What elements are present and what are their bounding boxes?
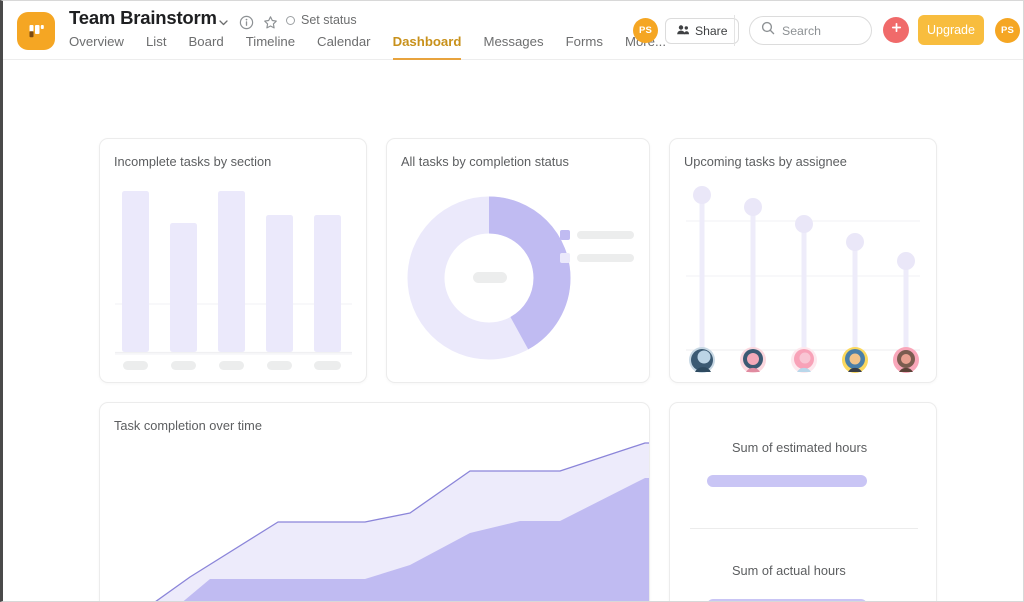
estimated-hours-value-placeholder [707,475,867,487]
donut-chart [407,196,634,360]
tab-board[interactable]: Board [189,34,224,60]
card-hour-sums[interactable]: Sum of estimated hours Sum of actual hou… [669,402,937,601]
status-circle-icon [286,15,295,25]
tab-dashboard[interactable]: Dashboard [392,34,462,60]
share-button[interactable]: Share [665,18,739,44]
card-incomplete-tasks-by-section[interactable]: Incomplete tasks by section [99,138,367,383]
set-status-label: Set status [301,13,357,27]
search-input[interactable] [782,23,860,38]
search-box[interactable] [749,16,872,45]
dashboard-canvas: Incomplete tasks by section All tasks by… [3,60,1023,601]
people-group-icon [676,23,690,40]
info-circle-icon[interactable] [236,12,256,32]
avatar-assignee-2 [740,347,766,373]
lollipop-chart [686,186,920,373]
chevron-down-icon[interactable] [213,12,233,32]
asana-dashboard-window: Team Brainstorm Set status Overview List… [0,0,1024,602]
card-all-tasks-by-completion-status[interactable]: All tasks by completion status [386,138,650,383]
avatar-assignee-3 [791,347,817,373]
sums-divider [690,528,918,529]
card-task-completion-over-time[interactable]: Task completion over time [99,402,650,601]
member-avatar[interactable]: PS [633,18,658,43]
share-label: Share [695,24,728,38]
tab-messages[interactable]: Messages [483,34,543,60]
add-button[interactable] [883,17,909,43]
estimated-hours-title: Sum of estimated hours [732,440,868,455]
header-divider [734,15,735,46]
tab-forms[interactable]: Forms [566,34,603,60]
tab-list[interactable]: List [146,34,167,60]
top-bar: Team Brainstorm Set status Overview List… [3,1,1023,60]
star-outline-icon[interactable] [260,12,280,32]
upgrade-button[interactable]: Upgrade [918,15,984,45]
plus-icon [890,21,903,39]
set-status-button[interactable]: Set status [286,13,357,27]
view-tabs: Overview List Board Timeline Calendar Da… [69,34,666,60]
tab-timeline[interactable]: Timeline [246,34,295,60]
area-chart [155,442,649,601]
tab-calendar[interactable]: Calendar [317,34,371,60]
account-avatar[interactable]: PS [995,18,1020,43]
bar-chart [115,191,352,370]
tab-overview[interactable]: Overview [69,34,124,60]
asana-board-logo-icon[interactable] [17,12,55,50]
avatar-assignee-1 [689,347,715,373]
avatar-assignee-5 [893,347,919,373]
card-upcoming-tasks-by-assignee[interactable]: Upcoming tasks by assignee [669,138,937,383]
actual-hours-title: Sum of actual hours [732,563,846,578]
search-icon [761,21,775,40]
page-title: Team Brainstorm [69,7,217,28]
avatar-assignee-4 [842,347,868,373]
